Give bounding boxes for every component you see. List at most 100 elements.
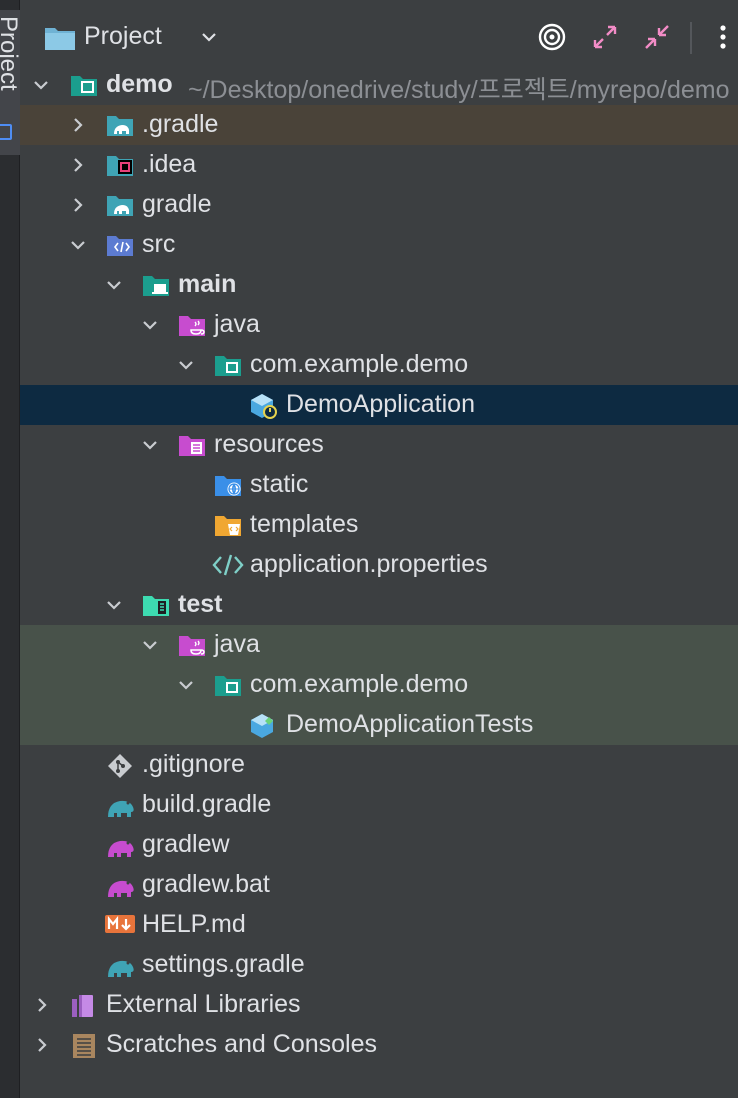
- chevron-right-icon[interactable]: [70, 157, 86, 173]
- tree-item-label: DemoApplication: [286, 390, 475, 418]
- chevron-down-icon[interactable]: [178, 357, 194, 373]
- collapse-icon: [645, 25, 669, 49]
- tree-item-templates[interactable]: templates: [20, 505, 738, 545]
- tree-item-static[interactable]: static: [20, 465, 738, 505]
- chevron-down-icon[interactable]: [142, 317, 158, 333]
- gradle-wrapper-icon: [106, 873, 134, 897]
- tree-item-label: Scratches and Consoles: [106, 1030, 377, 1058]
- tree-item-settings-gradle[interactable]: settings.gradle: [20, 945, 738, 985]
- properties-file-icon: [212, 553, 244, 577]
- chevron-down-icon[interactable]: [70, 237, 86, 253]
- tree-item-demo[interactable]: demo ~/Desktop/onedrive/study/프로젝트/myrep…: [20, 65, 738, 105]
- java-source-folder-icon: [178, 633, 206, 657]
- tree-item-label: External Libraries: [106, 990, 301, 1018]
- chevron-right-icon[interactable]: [70, 197, 86, 213]
- tree-item-test-package[interactable]: com.example.demo: [20, 665, 738, 705]
- tree-item-label: .gitignore: [142, 750, 245, 778]
- tree-item-label: src: [142, 230, 176, 258]
- tree-item-main-package[interactable]: com.example.demo: [20, 345, 738, 385]
- tree-item-label: build.gradle: [142, 790, 272, 818]
- toolbar-divider: [690, 22, 692, 54]
- tree-item-test-java[interactable]: java: [20, 625, 738, 665]
- tree-item-label: test: [178, 590, 223, 618]
- tree-item-label: static: [250, 470, 309, 498]
- test-class-icon: [250, 713, 278, 738]
- gradle-elephant-icon: [106, 793, 134, 817]
- java-source-folder-icon: [178, 313, 206, 337]
- tree-item-label: gradlew: [142, 830, 230, 858]
- expand-all-button[interactable]: [588, 20, 622, 54]
- chevron-down-icon[interactable]: [142, 437, 158, 453]
- tree-item-idea[interactable]: .idea: [20, 145, 738, 185]
- target-icon: [538, 23, 566, 51]
- scratches-icon: [70, 1033, 98, 1058]
- tree-item-label: java: [214, 630, 260, 658]
- project-view-title[interactable]: Project: [84, 22, 162, 51]
- project-header: Project: [20, 8, 738, 64]
- select-opened-file-button[interactable]: [535, 20, 569, 54]
- tree-item-label: resources: [214, 430, 324, 458]
- module-folder-icon: [70, 73, 98, 97]
- project-window-icon: [0, 124, 12, 140]
- package-folder-icon: [214, 673, 242, 697]
- tree-item-main[interactable]: main: [20, 265, 738, 305]
- chevron-down-icon[interactable]: [200, 28, 218, 51]
- tree-item-resources[interactable]: resources: [20, 425, 738, 465]
- chevron-right-icon[interactable]: [70, 117, 86, 133]
- tree-item-label: demo: [106, 70, 173, 98]
- library-icon: [70, 993, 98, 1017]
- tree-item-gradlew-bat[interactable]: gradlew.bat: [20, 865, 738, 905]
- tree-item-demo-application-tests[interactable]: DemoApplicationTests: [20, 705, 738, 745]
- tool-window-stripe: Project: [0, 0, 22, 1098]
- source-root-folder-icon: [106, 233, 134, 257]
- tree-item-build-gradle[interactable]: build.gradle: [20, 785, 738, 825]
- tree-item-help-md[interactable]: HELP.md: [20, 905, 738, 945]
- module-path: ~/Desktop/onedrive/study/프로젝트/myrepo/dem…: [188, 76, 730, 104]
- tree-item-gradle-dir[interactable]: .gradle: [20, 105, 738, 145]
- collapse-all-button[interactable]: [640, 20, 674, 54]
- chevron-down-icon[interactable]: [142, 637, 158, 653]
- chevron-right-icon[interactable]: [34, 1037, 50, 1053]
- tree-item-label: gradlew.bat: [142, 870, 270, 898]
- expand-icon: [593, 25, 617, 49]
- web-folder-icon: [214, 473, 242, 497]
- tree-item-gradle[interactable]: gradle: [20, 185, 738, 225]
- tree-item-demo-application[interactable]: DemoApplication: [20, 385, 738, 425]
- tree-item-label: java: [214, 310, 260, 338]
- options-menu-button[interactable]: [706, 20, 738, 54]
- tree-item-application-properties[interactable]: application.properties: [20, 545, 738, 585]
- tree-item-label: HELP.md: [142, 910, 246, 938]
- tree-item-scratches[interactable]: Scratches and Consoles: [20, 1025, 738, 1065]
- resources-folder-icon: [178, 433, 206, 457]
- gradle-elephant-icon: [106, 953, 134, 977]
- tree-item-src[interactable]: src: [20, 225, 738, 265]
- tree-item-label: com.example.demo: [250, 670, 469, 698]
- chevron-down-icon[interactable]: [106, 597, 122, 613]
- project-stripe-tab[interactable]: Project: [0, 10, 22, 155]
- tree-item-external-libraries[interactable]: External Libraries: [20, 985, 738, 1025]
- tree-item-label: DemoApplicationTests: [286, 710, 534, 738]
- tree-item-label: templates: [250, 510, 359, 538]
- tree-item-test[interactable]: test: [20, 585, 738, 625]
- tree-item-label: com.example.demo: [250, 350, 469, 378]
- tree-item-gitignore[interactable]: .gitignore: [20, 745, 738, 785]
- git-file-icon: [106, 753, 134, 778]
- tree-item-label: settings.gradle: [142, 950, 305, 978]
- package-folder-icon: [214, 353, 242, 377]
- chevron-down-icon[interactable]: [106, 277, 122, 293]
- tree-item-label: gradle: [142, 190, 212, 218]
- spring-boot-class-icon: [250, 393, 278, 419]
- templates-folder-icon: [214, 513, 242, 537]
- chevron-right-icon[interactable]: [34, 997, 50, 1013]
- chevron-down-icon[interactable]: [33, 77, 49, 93]
- module-source-folder-icon: [142, 273, 170, 297]
- gradle-folder-icon: [106, 193, 134, 217]
- tree-item-label: .idea: [142, 150, 197, 178]
- chevron-down-icon[interactable]: [178, 677, 194, 693]
- tree-item-gradlew[interactable]: gradlew: [20, 825, 738, 865]
- gradle-folder-icon: [106, 113, 134, 137]
- markdown-file-icon: [104, 913, 135, 937]
- tree-item-label: application.properties: [250, 550, 488, 578]
- gradle-wrapper-icon: [106, 833, 134, 857]
- tree-item-main-java[interactable]: java: [20, 305, 738, 345]
